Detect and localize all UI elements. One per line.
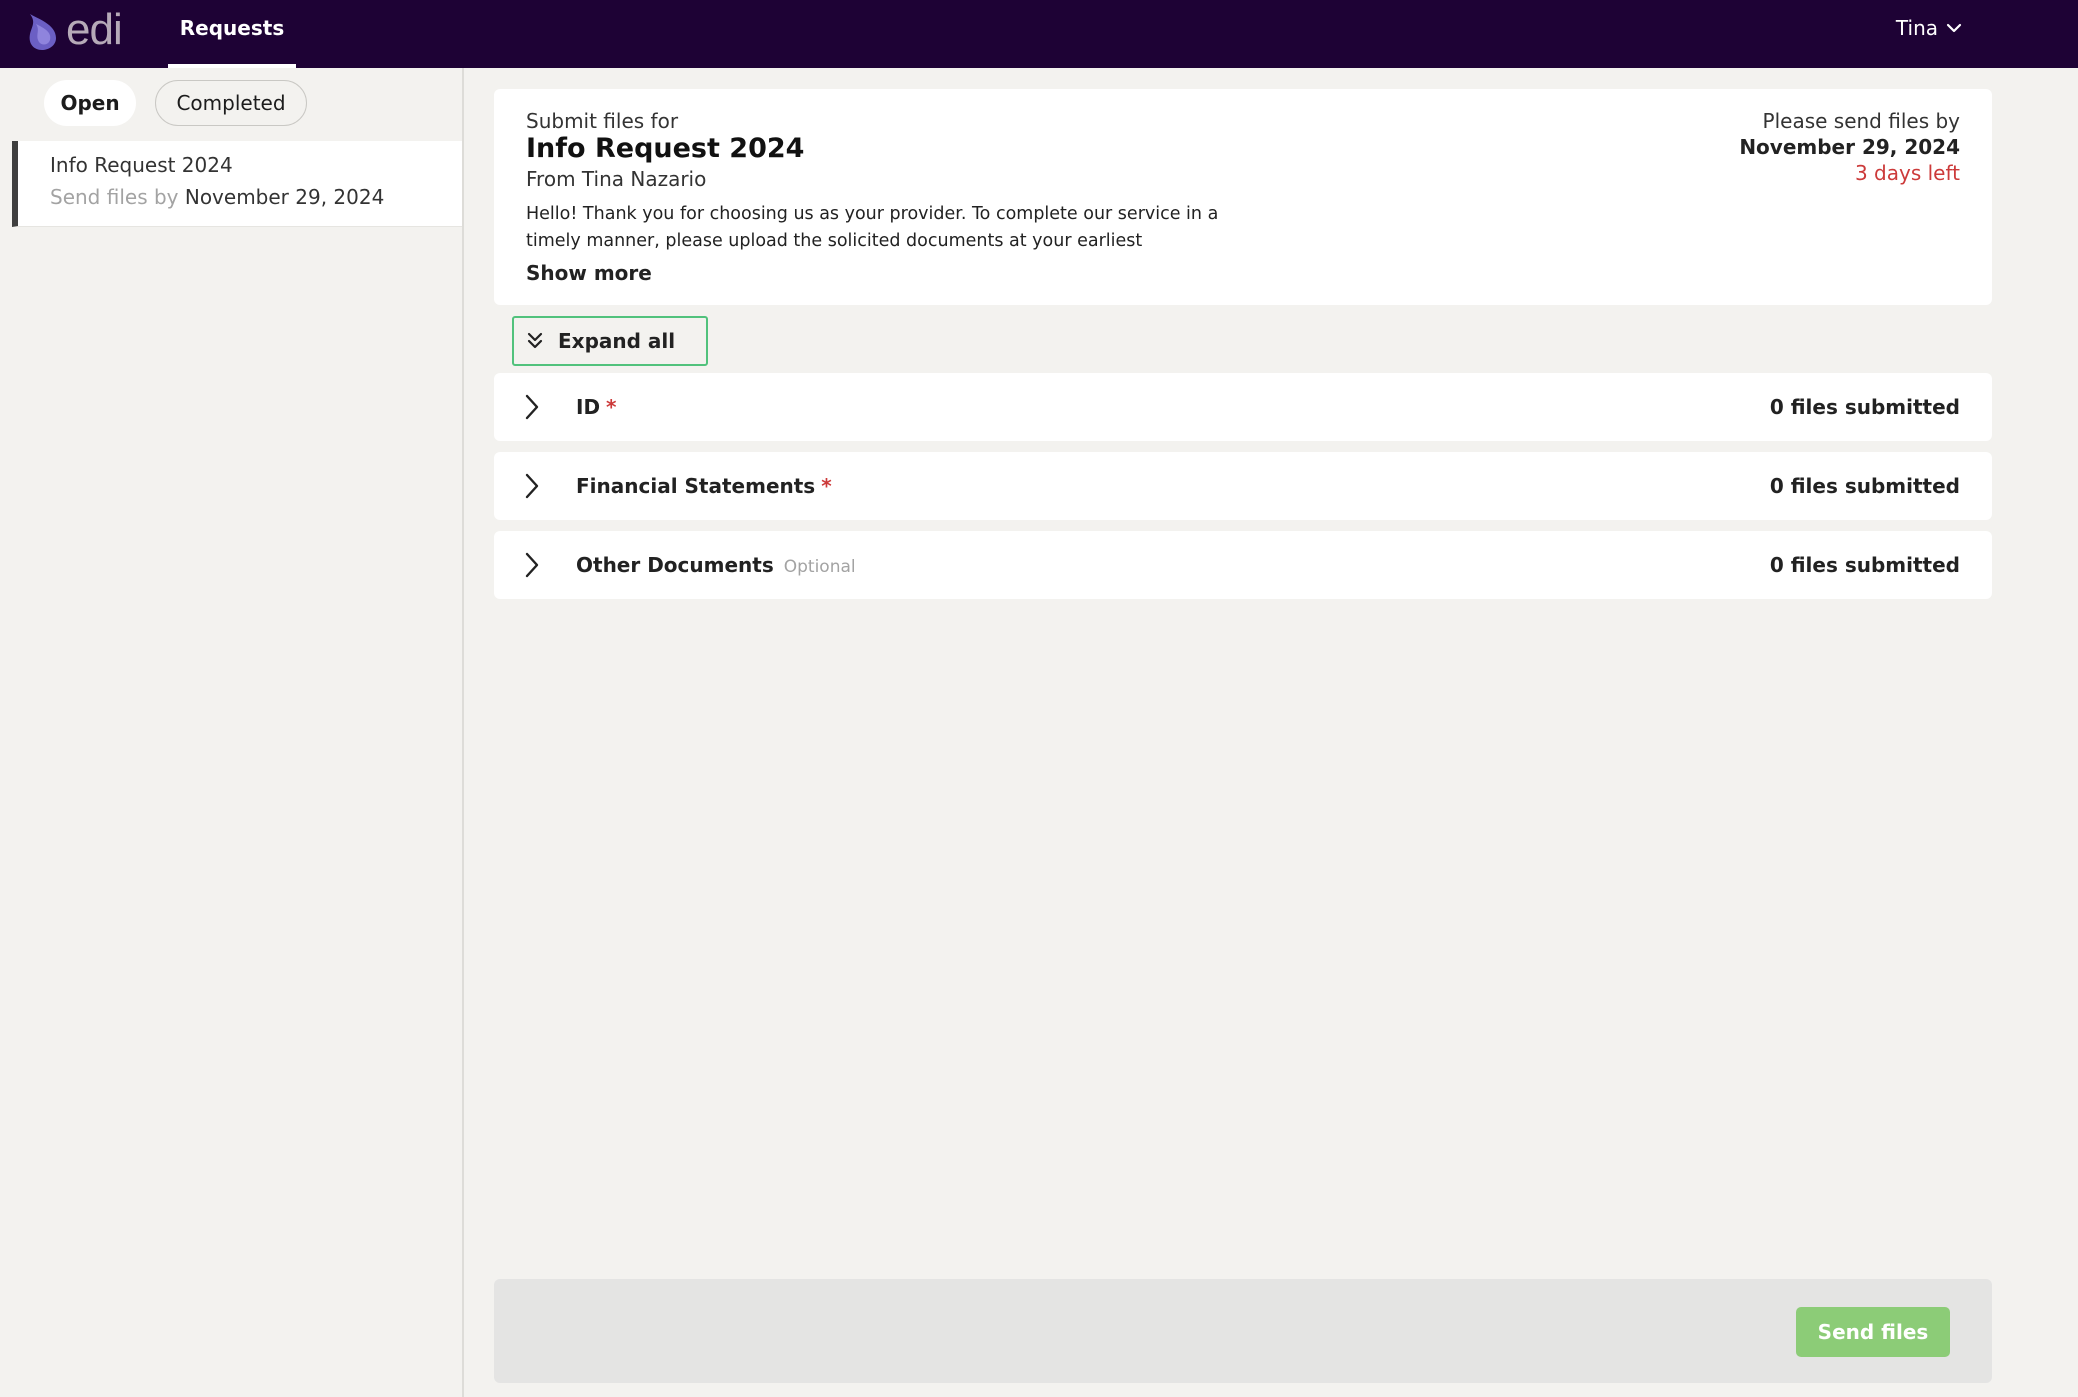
section-title: ID [576, 395, 601, 419]
deadline-label: Please send files by [1762, 109, 1960, 133]
tab-completed-label: Completed [176, 91, 286, 115]
chevron-right-icon [525, 394, 539, 420]
tab-open[interactable]: Open [44, 80, 136, 126]
expand-all-label: Expand all [558, 329, 676, 353]
section-title: Financial Statements [576, 474, 816, 498]
double-chevron-down-icon [527, 332, 543, 349]
top-bar: edi Requests Tina [0, 0, 2078, 68]
optional-label: Optional [783, 557, 856, 577]
section-row-other-documents[interactable]: Other Documents Optional 0 files submitte… [494, 531, 1992, 599]
request-message: Hello! Thank you for choosing us as your… [526, 204, 1219, 251]
section-name: Other Documents Optional [576, 553, 856, 577]
section-row-id[interactable]: ID * 0 files submitted [494, 373, 1992, 441]
files-submitted-count: 0 files submitted [1769, 474, 1960, 498]
brand-name: edi [66, 5, 123, 54]
request-header-card: Submit files for Info Request 2024 From … [494, 89, 1992, 305]
request-title: Info Request 2024 [526, 133, 805, 164]
section-name: ID * [576, 395, 617, 419]
request-list-item[interactable]: Info Request 2024 Send files by November… [12, 141, 462, 227]
required-marker: * [606, 395, 617, 419]
nav-tab-requests[interactable]: Requests [168, 0, 296, 68]
section-name: Financial Statements * [576, 474, 832, 498]
required-marker: * [821, 474, 832, 498]
expand-all-button[interactable]: Expand all [512, 316, 708, 366]
sidebar: Open Completed Info Request 2024 Send fi… [12, 68, 464, 1397]
files-submitted-count: 0 files submitted [1769, 395, 1960, 419]
deadline-date: November 29, 2024 [1739, 135, 1960, 159]
section-title: Other Documents [576, 553, 774, 577]
section-row-financial-statements[interactable]: Financial Statements * 0 files submitted [494, 452, 1992, 520]
logo[interactable]: edi [26, 5, 123, 54]
request-list-item-due: Send files by November 29, 2024 [50, 185, 462, 209]
deadline: Please send files by November 29, 2024 3… [1739, 109, 1960, 185]
chevron-right-icon [525, 552, 539, 578]
tab-open-label: Open [60, 91, 120, 115]
request-list-item-date: November 29, 2024 [184, 185, 385, 209]
chevron-right-icon [525, 473, 539, 499]
request-from: From Tina Nazario [526, 167, 707, 191]
user-menu[interactable]: Tina [1896, 16, 1962, 40]
chevron-down-icon [1946, 23, 1962, 33]
send-files-button[interactable]: Send files [1796, 1307, 1950, 1357]
drop-logo-icon [29, 14, 56, 50]
request-list-item-title: Info Request 2024 [50, 153, 233, 177]
tab-completed[interactable]: Completed [155, 80, 307, 126]
submit-footer: Send files [494, 1279, 1992, 1383]
send-files-label: Send files by [50, 185, 179, 209]
nav-tab-label: Requests [179, 16, 285, 40]
files-submitted-count: 0 files submitted [1769, 553, 1960, 577]
user-name: Tina [1895, 16, 1938, 40]
days-left: 3 days left [1854, 161, 1960, 185]
request-kicker: Submit files for [526, 109, 679, 133]
show-more-link[interactable]: Show more [526, 261, 652, 285]
